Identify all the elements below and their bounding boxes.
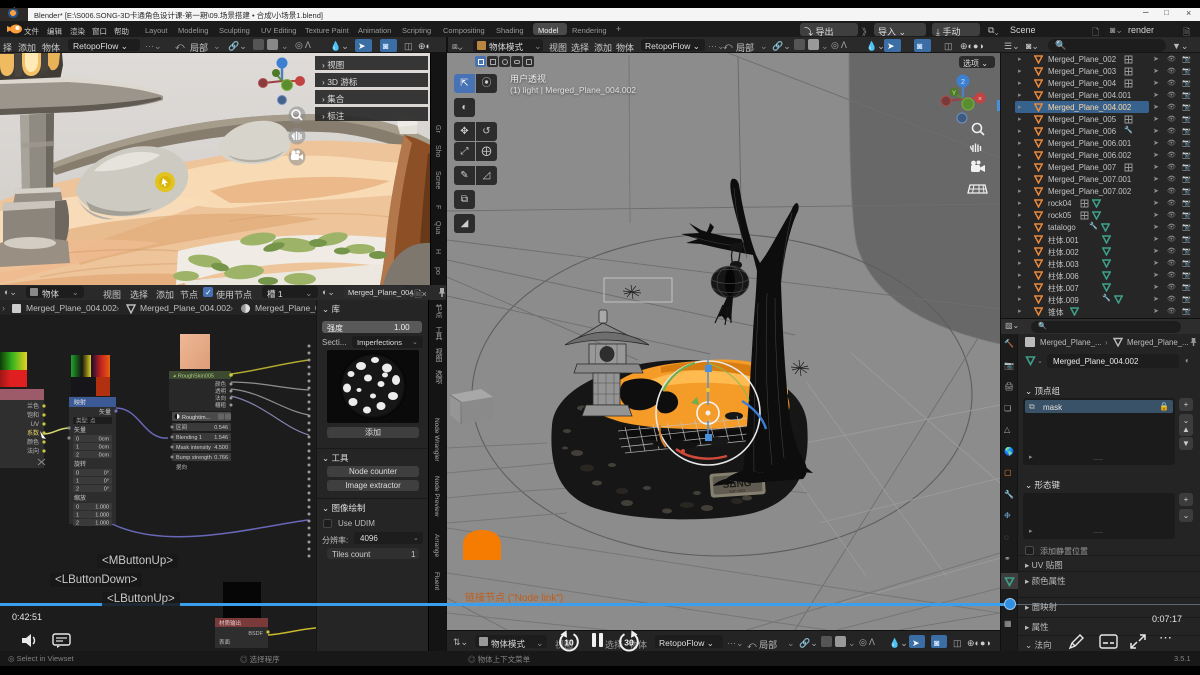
svg-text:2: 2 — [961, 79, 965, 86]
svg-text:2: 2 — [76, 453, 79, 459]
svg-text:0°: 0° — [104, 471, 109, 477]
svg-text:缩放: 缩放 — [74, 494, 86, 502]
svg-text:旋转: 旋转 — [74, 460, 86, 468]
svg-text:10: 10 — [564, 638, 574, 648]
svg-text:0: 0 — [76, 505, 79, 511]
svg-text:0cm: 0cm — [99, 437, 110, 443]
svg-text:2: 2 — [76, 487, 79, 493]
svg-text:映射: 映射 — [74, 399, 86, 407]
svg-text:颜色: 颜色 — [27, 438, 39, 446]
svg-text:0: 0 — [76, 437, 79, 443]
svg-text:◕ RoughSkin005: ◕ RoughSkin005 — [173, 374, 214, 380]
svg-text:1.546: 1.546 — [214, 435, 228, 441]
svg-text:Y: Y — [952, 91, 956, 97]
svg-text:兰色: 兰色 — [27, 402, 39, 410]
svg-text:类型: 点: 类型: 点 — [76, 417, 96, 425]
svg-text:Bump strength: Bump strength — [176, 455, 212, 461]
svg-text:×: × — [978, 96, 982, 103]
svg-text:区间: 区间 — [176, 423, 187, 431]
svg-text:0°: 0° — [104, 487, 109, 493]
svg-text:系数: 系数 — [27, 429, 39, 437]
svg-text:BSDF: BSDF — [248, 631, 263, 637]
svg-text:糟粗: 糟粗 — [215, 401, 227, 409]
svg-text:0.766: 0.766 — [214, 455, 228, 461]
svg-text:Blending 1: Blending 1 — [176, 435, 202, 441]
svg-text:4.500: 4.500 — [214, 445, 228, 451]
svg-text:材质输出: 材质输出 — [219, 619, 241, 627]
svg-text:1.000: 1.000 — [95, 513, 109, 519]
svg-text:Mask intensity: Mask intensity — [176, 445, 211, 451]
svg-text:据向: 据向 — [176, 463, 187, 471]
svg-text:0°: 0° — [104, 479, 109, 485]
svg-text:UV: UV — [31, 422, 39, 428]
svg-text:2: 2 — [76, 521, 79, 527]
svg-text:1: 1 — [76, 479, 79, 485]
svg-text:法向: 法向 — [27, 447, 39, 455]
svg-text:饱和: 饱和 — [27, 411, 39, 419]
svg-text:1.000: 1.000 — [95, 521, 109, 527]
svg-text:矢量: 矢量 — [74, 426, 86, 434]
svg-text:Roughtim...: Roughtim... — [182, 415, 211, 421]
svg-text:1: 1 — [76, 445, 79, 451]
svg-text:透明: 透明 — [215, 387, 227, 395]
svg-text:法向: 法向 — [215, 394, 226, 402]
svg-text:0cm: 0cm — [99, 445, 110, 451]
svg-text:0.546: 0.546 — [214, 425, 228, 431]
svg-text:颜色: 颜色 — [215, 380, 227, 388]
svg-text:1.000: 1.000 — [95, 505, 109, 511]
svg-text:矢量: 矢量 — [99, 408, 111, 416]
svg-text:表面: 表面 — [219, 638, 231, 646]
svg-text:30: 30 — [624, 638, 634, 648]
svg-text:1: 1 — [76, 513, 79, 519]
svg-text:0cm: 0cm — [99, 453, 110, 459]
svg-text:0: 0 — [76, 471, 79, 477]
